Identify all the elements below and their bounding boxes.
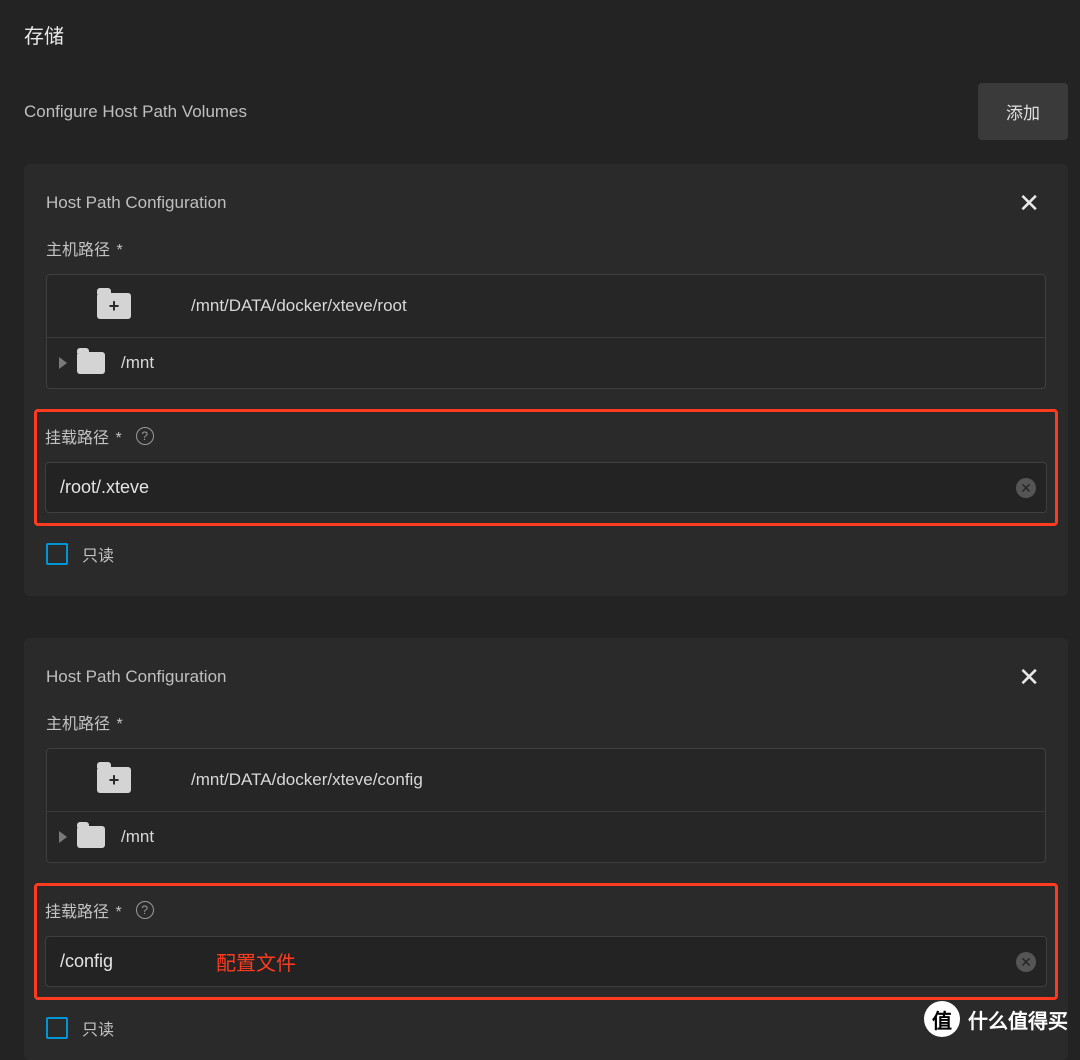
mount-path-input[interactable] (60, 937, 1016, 986)
new-folder-icon[interactable] (97, 767, 131, 793)
header-row: Configure Host Path Volumes 添加 (0, 59, 1080, 152)
expand-triangle-icon[interactable] (59, 357, 67, 369)
mount-path-row: ✕ (45, 462, 1047, 513)
card-title: Host Path Configuration (46, 667, 227, 687)
mount-path-label: 挂载路径 * ? (45, 424, 1047, 448)
page-title: 存储 (0, 0, 1080, 59)
help-icon[interactable]: ? (136, 901, 154, 919)
host-path-card: Host Path Configuration ✕ 主机路径 * /mnt/DA… (24, 638, 1068, 1060)
close-icon[interactable]: ✕ (1012, 190, 1046, 216)
watermark-text: 什么值得买 (968, 1005, 1068, 1034)
mount-path-row: 配置文件 ✕ (45, 936, 1047, 987)
new-folder-icon[interactable] (97, 293, 131, 319)
highlight-annotation: 挂载路径 * ? 配置文件 ✕ (34, 883, 1058, 1000)
host-path-label: 主机路径 * (46, 236, 1046, 260)
host-path-picker: /mnt/DATA/docker/xteve/config /mnt (46, 748, 1046, 863)
clear-icon[interactable]: ✕ (1016, 478, 1036, 498)
section-subtitle: Configure Host Path Volumes (24, 102, 247, 122)
folder-icon (77, 826, 105, 848)
add-button[interactable]: 添加 (978, 83, 1068, 140)
clear-icon[interactable]: ✕ (1016, 952, 1036, 972)
readonly-label: 只读 (82, 542, 114, 566)
host-path-value: /mnt/DATA/docker/xteve/config (191, 770, 423, 790)
expand-triangle-icon[interactable] (59, 831, 67, 843)
host-path-label: 主机路径 * (46, 710, 1046, 734)
host-path-value: /mnt/DATA/docker/xteve/root (191, 296, 407, 316)
help-icon[interactable]: ? (136, 427, 154, 445)
folder-name: /mnt (121, 827, 154, 847)
annotation-text: 配置文件 (216, 947, 296, 976)
watermark: 值 什么值得买 (924, 1001, 1068, 1037)
host-path-picker: /mnt/DATA/docker/xteve/root /mnt (46, 274, 1046, 389)
folder-name: /mnt (121, 353, 154, 373)
highlight-annotation: 挂载路径 * ? ✕ (34, 409, 1058, 526)
mount-path-label: 挂载路径 * ? (45, 898, 1047, 922)
watermark-badge-icon: 值 (924, 1001, 960, 1037)
host-path-card: Host Path Configuration ✕ 主机路径 * /mnt/DA… (24, 164, 1068, 596)
close-icon[interactable]: ✕ (1012, 664, 1046, 690)
readonly-checkbox[interactable] (46, 1017, 68, 1039)
folder-tree-item[interactable]: /mnt (47, 812, 1045, 862)
readonly-row: 只读 (46, 1016, 1046, 1040)
folder-icon (77, 352, 105, 374)
readonly-row: 只读 (46, 542, 1046, 566)
readonly-checkbox[interactable] (46, 543, 68, 565)
mount-path-input[interactable] (60, 463, 1016, 512)
readonly-label: 只读 (82, 1016, 114, 1040)
card-title: Host Path Configuration (46, 193, 227, 213)
folder-tree-item[interactable]: /mnt (47, 338, 1045, 388)
